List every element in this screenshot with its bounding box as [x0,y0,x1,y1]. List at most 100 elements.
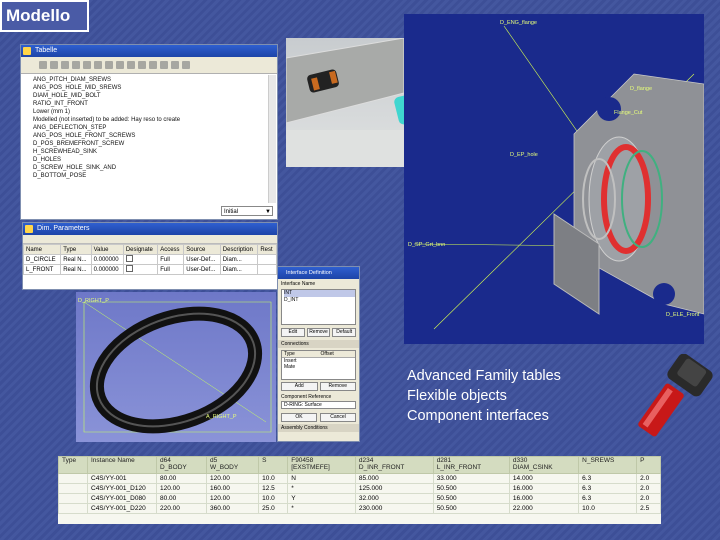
table-cell[interactable] [58,483,88,494]
table-cell[interactable]: C4S/YY-001 [87,473,157,484]
table-cell[interactable]: 6.3 [578,483,638,494]
table-cell[interactable]: 6.3 [578,473,638,484]
table-row[interactable]: L_FRONT Real N... 0.000000 Full User-Def… [22,264,277,275]
add-button[interactable]: Add [281,382,318,391]
tool-button[interactable] [138,61,146,69]
tool-button[interactable] [72,61,80,69]
column-header[interactable]: Type [58,456,88,474]
table-cell[interactable]: L_FRONT [22,264,62,275]
table-cell[interactable]: 85.000 [354,473,434,484]
list-item[interactable]: INT [284,290,355,297]
tool-button[interactable] [61,61,69,69]
table-row[interactable]: C4S/YY-001_D220 220.00 360.00 25.0 * 230… [58,503,661,514]
table-cell[interactable]: 32.000 [354,493,434,504]
table-cell[interactable]: 12.5 [258,483,289,494]
column-header[interactable]: N_SREWS [578,456,638,474]
table-row[interactable]: C4S/YY-001 80.00 120.00 10.0 N 85.000 33… [58,473,661,484]
tree-item[interactable]: ANG_POS_HOLE_MID_SREWS [33,84,273,92]
table-cell[interactable]: User-Def... [183,254,221,265]
column-header[interactable]: P [636,456,661,474]
connection-row[interactable]: Mate [282,364,355,370]
column-header[interactable]: d64 D_BODY [156,456,207,474]
tree-item[interactable]: D_SCREW_HOLE_SINK_AND [33,164,273,172]
table-cell[interactable]: 2.0 [636,493,661,504]
table-cell[interactable]: 16.000 [508,493,580,504]
table-cell[interactable]: Diam... [219,264,259,275]
tool-button[interactable] [50,61,58,69]
tree-item[interactable]: ANG_POS_HOLE_FRONT_SCREWS [33,132,273,140]
table-cell[interactable]: 14.000 [508,473,580,484]
table-cell[interactable] [58,503,88,514]
tool-button[interactable] [116,61,124,69]
column-header[interactable]: Name [22,244,62,255]
cancel-button[interactable]: Cancel [320,413,356,422]
column-header[interactable]: Type [282,351,319,357]
table-cell[interactable]: 230.000 [354,503,434,514]
table-cell[interactable]: 25.0 [258,503,289,514]
table-cell[interactable]: C4S/YY-001_D220 [87,503,157,514]
table-cell[interactable]: 2.0 [636,483,661,494]
table-cell[interactable] [58,473,88,484]
tree-item[interactable]: D_BOTTOM_POSE [33,172,273,180]
table-cell[interactable]: 360.00 [205,503,260,514]
table-cell[interactable]: C4S/YY-001_D120 [87,483,157,494]
tree-item[interactable]: RATIO_INT_FRONT [33,100,273,108]
ok-button[interactable]: OK [281,413,317,422]
tool-button[interactable] [39,61,47,69]
tool-button[interactable] [160,61,168,69]
table-cell[interactable]: 50.500 [432,503,510,514]
tool-button[interactable] [127,61,135,69]
column-header[interactable]: d281 L_INR_FRONT [432,456,510,474]
tree-item[interactable]: DIAM_HOLE_MID_BOLT [33,92,273,100]
table-cell[interactable]: 220.00 [156,503,207,514]
tool-button[interactable] [149,61,157,69]
designate-checkbox[interactable] [122,264,159,275]
tool-button[interactable] [182,61,190,69]
table-cell[interactable]: 22.000 [508,503,580,514]
list-item[interactable]: D_INT [284,297,355,304]
interface-list[interactable]: INT D_INT [281,289,356,325]
vertical-scrollbar[interactable] [268,75,276,203]
table-cell[interactable]: 125.000 [354,483,434,494]
table-cell[interactable]: 33.000 [432,473,510,484]
tool-button[interactable] [83,61,91,69]
column-header[interactable]: d5 W_BODY [205,456,260,474]
table-cell[interactable] [257,264,277,275]
table-cell[interactable]: 2.0 [636,473,661,484]
cad-viewport[interactable]: D_ENG_flange D_flange Flange_Cut D_EP_ho… [404,14,704,344]
dropdown-select[interactable]: Initial ▼ [221,206,273,216]
surface-field[interactable]: D-RING: Surface [281,401,356,409]
column-header[interactable]: d330 DIAM_CSINK [508,456,580,474]
tree-item[interactable]: Modelled (not inserted) to be added: Hay… [33,116,273,124]
column-header[interactable]: Rest [257,244,277,255]
column-header[interactable]: Offset [319,351,356,357]
table-cell[interactable]: Real N... [60,254,92,265]
flex-object-viewport[interactable] [286,38,404,167]
table-cell[interactable]: 50.500 [432,493,510,504]
table-cell[interactable]: * [287,483,356,494]
table-cell[interactable]: User-Def... [183,264,221,275]
tool-button[interactable] [94,61,102,69]
column-header[interactable]: Source [183,244,221,255]
table-cell[interactable] [257,254,277,265]
oring-viewport[interactable]: D_RIGHT_P A_RIGHT_P [76,292,276,442]
table-cell[interactable]: 80.00 [156,493,207,504]
table-cell[interactable]: 120.00 [156,483,207,494]
designate-checkbox[interactable] [122,254,159,265]
column-header[interactable]: Instance Name [87,456,157,474]
column-header[interactable]: Description [219,244,259,255]
table-cell[interactable]: 10.0 [258,493,289,504]
column-header[interactable]: d234 D_INR_FRONT [354,456,434,474]
table-cell[interactable]: 16.000 [508,483,580,494]
table-cell[interactable]: Y [287,493,356,504]
table-cell[interactable]: 120.00 [205,493,260,504]
table-cell[interactable]: C4S/YY-001_D080 [87,493,157,504]
tree-item[interactable]: Lower (mm 1) [33,108,273,116]
table-cell[interactable]: 120.00 [205,473,260,484]
table-cell[interactable]: D_CIRCLE [22,254,62,265]
tool-button[interactable] [105,61,113,69]
table-cell[interactable]: Real N... [60,264,92,275]
column-header[interactable]: Value [90,244,124,255]
table-cell[interactable]: 6.3 [578,493,638,504]
column-header[interactable]: Type [60,244,92,255]
